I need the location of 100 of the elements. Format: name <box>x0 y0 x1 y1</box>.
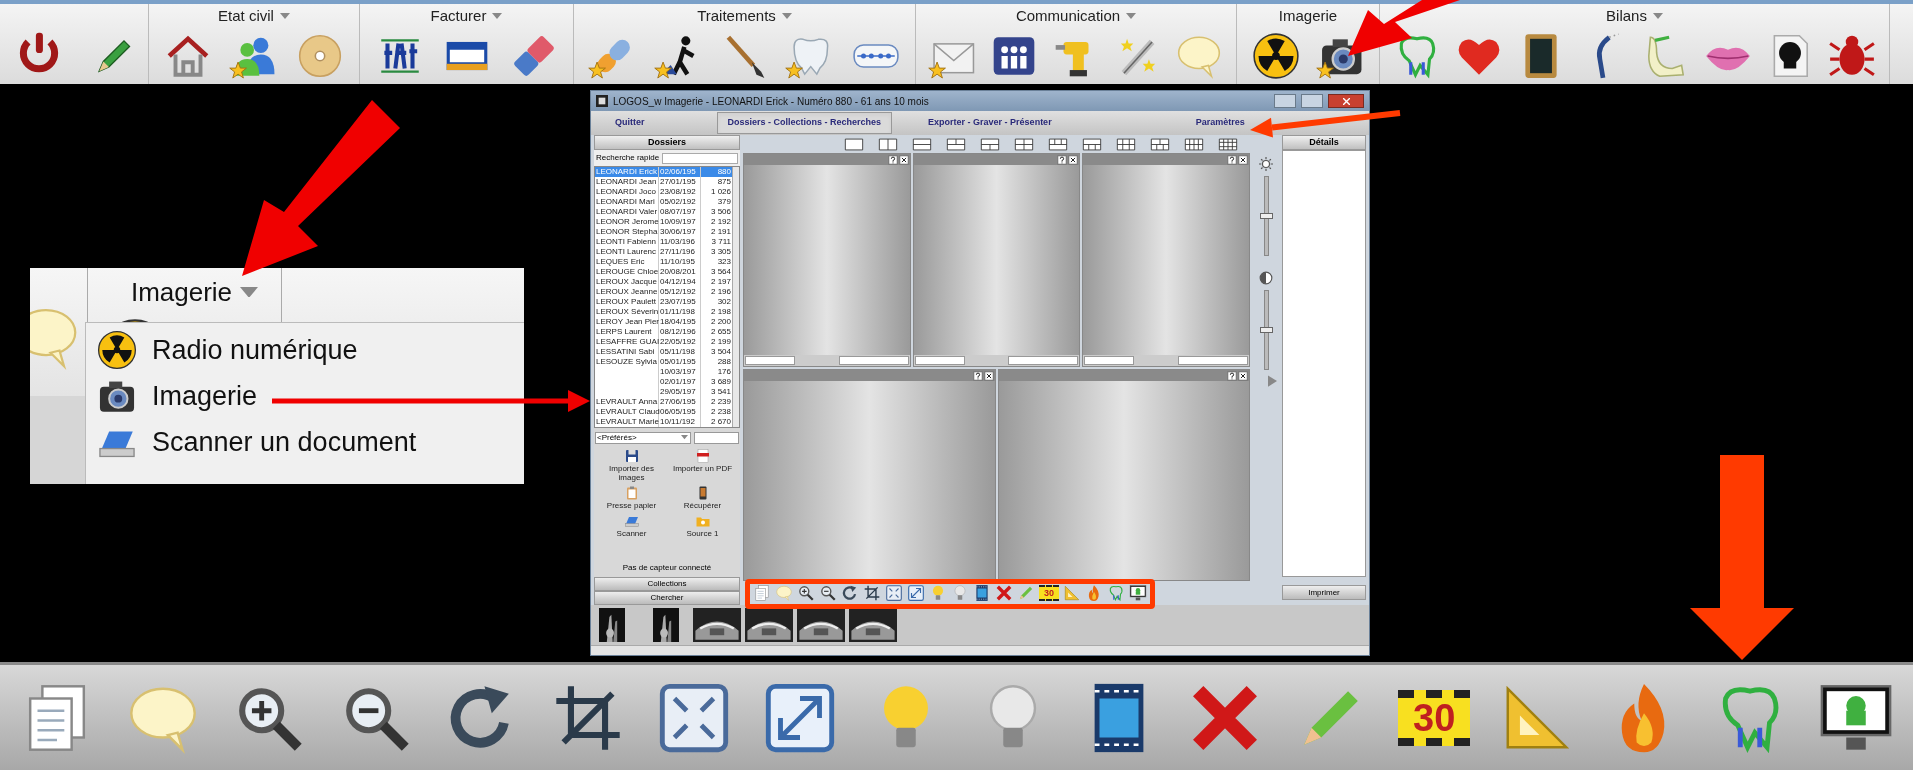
scrollbar[interactable] <box>732 167 739 427</box>
patient-row[interactable]: LEROUX Séverin 01/11/198 2 198 <box>595 307 732 317</box>
dropdown-caret-icon[interactable] <box>1126 13 1137 19</box>
zoom-in-icon[interactable] <box>797 584 815 602</box>
patient-row[interactable]: LEONOR Jerome 10/09/197 2 192 <box>595 217 732 227</box>
crop-icon[interactable] <box>863 584 881 602</box>
patient-row[interactable]: LEONARDI Mari 05/02/192 379 <box>595 197 732 207</box>
minimize-button[interactable] <box>1274 94 1296 108</box>
close-icon[interactable] <box>1068 154 1079 165</box>
menu-tab[interactable]: Exporter - Graver - Présenter <box>926 116 1054 130</box>
layout-icon[interactable] <box>1184 137 1204 151</box>
layout-icon[interactable] <box>980 137 1000 151</box>
layout-icon[interactable] <box>1048 137 1068 151</box>
patient-row[interactable]: LEROUGE Chloe 20/08/201 3 564 <box>595 267 732 277</box>
patient-row[interactable]: LEONOR Stepha 30/06/197 2 191 <box>595 227 732 237</box>
monitor-icon[interactable] <box>1129 584 1147 602</box>
menu-tab[interactable]: Dossiers - Collections - Recherches <box>716 112 893 134</box>
patient-row[interactable]: 02/01/197 3 689 <box>595 377 732 387</box>
patient-row[interactable]: LEONARDI Valer 08/07/197 3 506 <box>595 207 732 217</box>
patient-row[interactable]: 10/03/197 176 <box>595 367 732 377</box>
patient-row[interactable]: LEROUX Jeanne 05/12/192 2 196 <box>595 287 732 297</box>
film-icon[interactable] <box>973 584 991 602</box>
layout-icon[interactable] <box>878 137 898 151</box>
help-icon[interactable] <box>887 154 898 165</box>
action-button[interactable]: Scanner <box>596 513 667 538</box>
patient-row[interactable]: LEONARDI Joco 23/08/192 1 026 <box>595 187 732 197</box>
menu-item[interactable]: Scanner un document <box>86 419 524 465</box>
layout-icon[interactable] <box>1082 137 1102 151</box>
ruler-button[interactable]: 30 <box>1039 585 1059 601</box>
layout-icon[interactable] <box>844 137 864 151</box>
delete-icon[interactable] <box>995 584 1013 602</box>
bulb-icon[interactable] <box>951 584 969 602</box>
action-button[interactable]: Importer des images <box>596 448 667 482</box>
layout-icon[interactable] <box>912 137 932 151</box>
dropdown-field[interactable] <box>1084 356 1135 365</box>
layout-icon[interactable] <box>1218 137 1238 151</box>
patient-row[interactable]: LEONTI Laurenc 27/11/196 3 305 <box>595 247 732 257</box>
patient-row[interactable]: LEVRAULT Anna 27/06/195 2 239 <box>595 397 732 407</box>
close-icon[interactable] <box>898 154 909 165</box>
layout-icon[interactable] <box>946 137 966 151</box>
patient-row[interactable]: LEROUX Paulett 23/07/195 302 <box>595 297 732 307</box>
dropdown-field[interactable] <box>1008 356 1079 365</box>
help-icon[interactable] <box>1227 154 1237 165</box>
dropdown-caret-icon[interactable] <box>681 435 688 440</box>
maximize-button[interactable] <box>1301 94 1323 108</box>
patient-row[interactable]: LEVRAULT Claud06/05/195 2 238 <box>595 407 732 417</box>
dropdown-caret-icon[interactable] <box>279 13 290 19</box>
close-icon[interactable] <box>983 370 994 381</box>
ruler-button[interactable]: 30 <box>1398 689 1471 746</box>
help-icon[interactable] <box>972 370 983 381</box>
scrollbar[interactable] <box>591 645 1369 655</box>
close-button[interactable] <box>1328 94 1364 108</box>
print-button[interactable]: Imprimer <box>1282 585 1366 600</box>
dropdown-caret-icon[interactable] <box>781 13 792 19</box>
dropdown-field[interactable] <box>914 356 965 365</box>
slider-thumb[interactable] <box>1259 327 1273 333</box>
slider-thumb[interactable] <box>1259 213 1273 219</box>
action-button[interactable]: Récupérer <box>667 485 738 510</box>
dropdown-caret-icon[interactable] <box>240 286 259 298</box>
dropdown-field[interactable] <box>1178 356 1248 365</box>
dropdown-caret-icon[interactable] <box>1652 13 1663 19</box>
panel-button[interactable]: Collections <box>594 577 740 591</box>
help-icon[interactable] <box>1227 370 1237 381</box>
patient-row[interactable]: LEROY Jean Pier18/04/195 2 200 <box>595 317 732 327</box>
action-button[interactable]: Importer un PDF <box>667 448 738 482</box>
patient-row[interactable]: LEQUES Eric 11/10/195 323 <box>595 257 732 267</box>
dropdown-caret-icon[interactable] <box>492 13 503 19</box>
close-icon[interactable] <box>1238 154 1248 165</box>
search-field[interactable] <box>662 152 738 164</box>
radiation-icon[interactable] <box>1250 31 1301 81</box>
help-icon[interactable] <box>1057 154 1068 165</box>
expand-icon[interactable] <box>907 584 925 602</box>
dropdown-field[interactable] <box>694 431 739 444</box>
patient-row[interactable]: LEONARDI Jean 27/01/195 875 <box>595 177 732 187</box>
layout-icon[interactable] <box>1116 137 1136 151</box>
zoom-out-icon[interactable] <box>819 584 837 602</box>
patient-row[interactable]: LEONARDI Erick 02/06/195 880 <box>595 167 732 177</box>
favorites-dropdown[interactable]: <Préférés> <box>595 431 691 444</box>
layout-icon[interactable] <box>1150 137 1170 151</box>
menu-tab[interactable]: Quitter <box>613 116 647 130</box>
patient-row[interactable]: LEROUX Jacque 04/12/194 2 197 <box>595 277 732 287</box>
close-icon[interactable] <box>1238 370 1248 381</box>
patient-row[interactable]: LESOUZE Sylvia 05/01/195 288 <box>595 357 732 367</box>
menu-tab[interactable]: Paramètres <box>1193 116 1247 130</box>
patient-row[interactable]: LESSATINI Sabi 05/11/198 3 504 <box>595 347 732 357</box>
layout-icon[interactable] <box>1014 137 1034 151</box>
menu-item[interactable]: Imagerie <box>86 373 524 419</box>
patient-row[interactable]: 29/05/197 3 541 <box>595 387 732 397</box>
patient-row[interactable]: LEONTI Fabienn 11/03/196 3 711 <box>595 237 732 247</box>
panel-button[interactable]: Chercher <box>594 591 740 605</box>
patient-row[interactable]: LERPS Laurent 08/12/196 2 655 <box>595 327 732 337</box>
patient-row[interactable]: LESAFFRE GUAI22/05/192 2 199 <box>595 337 732 347</box>
rotate-icon[interactable] <box>841 584 859 602</box>
dropdown-field[interactable] <box>745 356 795 365</box>
action-button[interactable]: Source 1 <box>667 513 738 538</box>
dropdown-field[interactable] <box>838 356 909 365</box>
menu-item[interactable]: Radio numérique <box>86 327 524 373</box>
fit-icon[interactable] <box>885 584 903 602</box>
action-button[interactable]: Presse papier <box>596 485 667 510</box>
patient-row[interactable]: LEVRAULT Marie10/11/192 2 670 <box>595 417 732 427</box>
